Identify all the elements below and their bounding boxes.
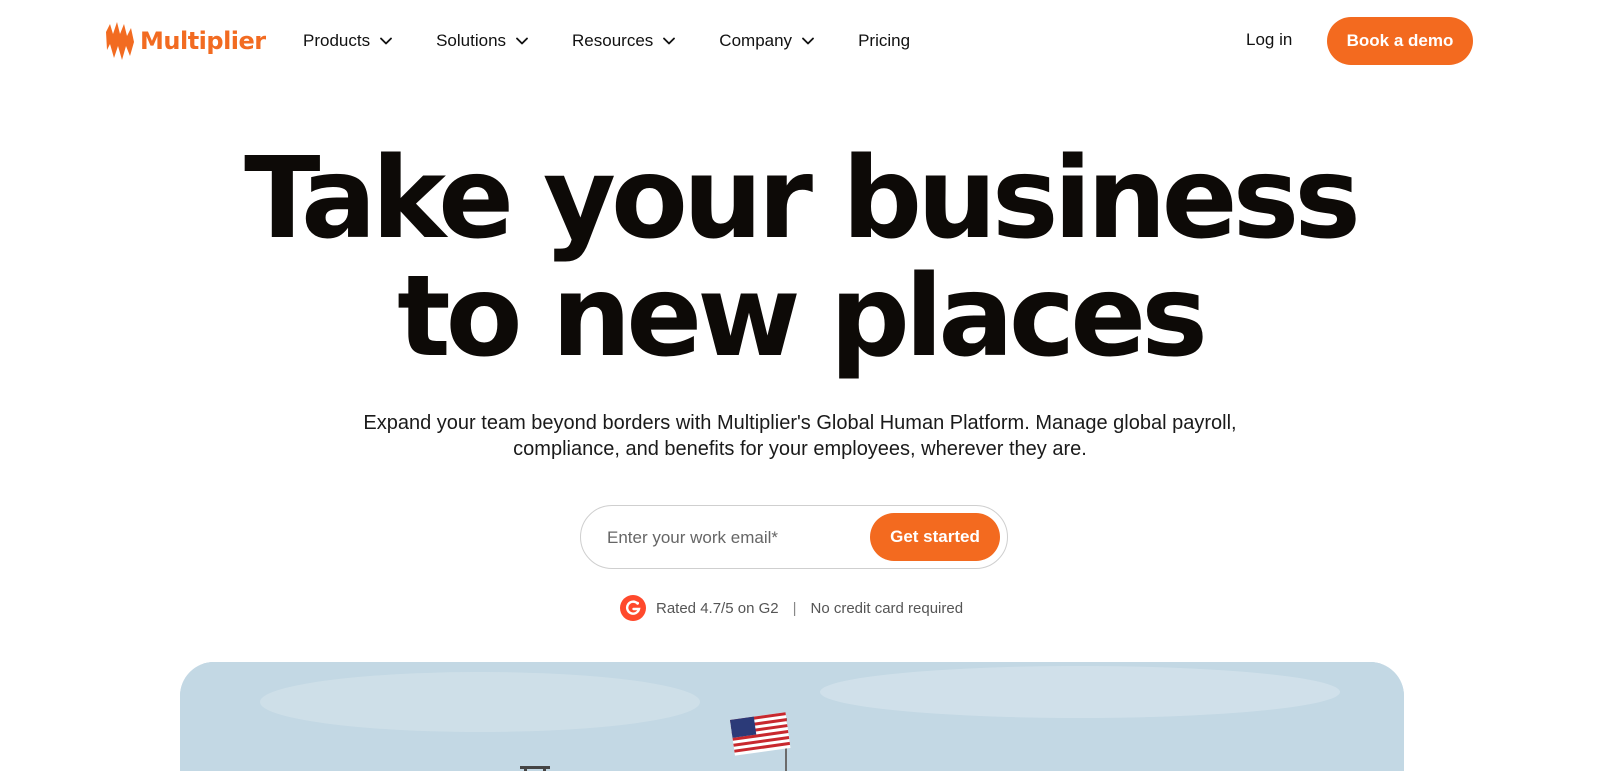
hero-title-line1: Take your business [244,134,1361,264]
main-nav: Products Solutions Resources Company Pri… [303,26,910,56]
logo-link[interactable]: Multiplier [104,20,266,62]
nav-solutions-label: Solutions [436,31,507,50]
chevron-down-icon [663,37,676,45]
nav-resources[interactable]: Resources [572,26,676,56]
nav-pricing-label: Pricing [858,31,911,50]
hero-subtitle: Expand your team beyond borders with Mul… [363,412,1237,460]
multiplier-logo-icon [106,22,134,60]
nav-resources-label: Resources [572,31,654,50]
flag-scene-image [180,662,1404,771]
book-demo-button[interactable]: Book a demo [1327,17,1473,65]
nav-company-label: Company [719,31,793,50]
login-link[interactable]: Log in [1246,30,1292,50]
chevron-down-icon [516,37,528,45]
nav-products[interactable]: Products [303,26,392,56]
nav-products-label: Products [303,31,371,50]
nav-solutions[interactable]: Solutions [436,26,528,56]
signup-form: Get started [580,505,1008,569]
rating-text: Rated 4.7/5 on G2 [656,599,779,617]
get-started-button[interactable]: Get started [870,513,1000,561]
trust-bar: Rated 4.7/5 on G2 | No credit card requi… [620,595,963,621]
hero-title-line2: to new places [397,252,1208,382]
work-email-input[interactable] [607,522,857,554]
nav-pricing[interactable]: Pricing [858,26,910,56]
chevron-down-icon [380,37,392,45]
logo-text: Multiplier [140,27,266,55]
trust-separator: | [792,599,797,617]
no-credit-card-text: No credit card required [810,599,964,617]
chevron-down-icon [802,37,814,45]
g2-icon [620,595,646,621]
hero-title: Take your business to new places [0,140,1600,376]
site-header: Multiplier Products Solutions Resources … [0,0,1600,82]
hero-image [180,662,1404,771]
nav-company[interactable]: Company [719,26,814,56]
